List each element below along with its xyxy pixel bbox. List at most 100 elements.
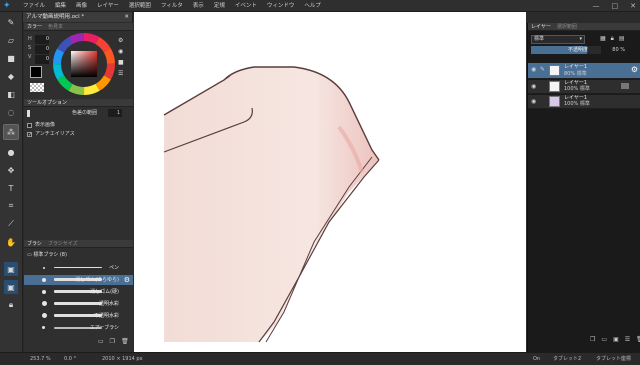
list-item[interactable]: 透明水彩	[24, 299, 133, 309]
document-tab[interactable]: アルマ動画説明用.ocl * ✕	[23, 12, 133, 22]
quick-mask-icon[interactable]: ▣	[4, 280, 18, 294]
menu-event[interactable]: イベント	[230, 0, 262, 12]
show-image-checkbox[interactable]	[27, 123, 32, 128]
layer-row[interactable]: ◉ ✎ レイヤー1 80% 標準 ⚙	[528, 63, 640, 79]
blend-mode-select[interactable]: 標準 ▾	[531, 35, 585, 44]
new-folder-icon[interactable]: ▭	[98, 338, 104, 345]
layer-lock-icon[interactable]: 🔒︎	[611, 35, 614, 43]
text-icon[interactable]: T	[4, 181, 18, 195]
blur-icon[interactable]: ●	[4, 145, 18, 159]
visibility-eye-icon[interactable]: ◉	[531, 83, 536, 90]
color-wheel-mode-icon[interactable]: ◉	[118, 46, 124, 57]
close-button[interactable]: ✕	[630, 0, 636, 12]
move-icon[interactable]: ✥	[4, 163, 18, 177]
list-item[interactable]: 消しゴム(硬)	[24, 287, 133, 297]
tablet-coordinates: タブレット座標	[596, 356, 632, 362]
opacity-value[interactable]: 80 %	[610, 46, 626, 54]
shape-icon[interactable]: ■	[4, 51, 18, 65]
lasso-icon[interactable]: ◌	[4, 105, 18, 119]
tab-brush[interactable]: ブラシ	[27, 240, 42, 247]
lock-icon[interactable]: 🔒︎	[4, 298, 18, 312]
crop-icon[interactable]: ⌗	[4, 199, 18, 213]
menu-view[interactable]: 表示	[188, 0, 209, 12]
v-value[interactable]: 0	[35, 55, 49, 64]
menu-image[interactable]: 画像	[71, 0, 92, 12]
layer-mask-add-icon[interactable]: ▣	[613, 336, 619, 343]
foreground-color-swatch[interactable]	[30, 66, 42, 78]
tool-options-header: ツールオプション	[24, 99, 133, 107]
brush-size-dot	[42, 278, 46, 282]
color-panel-tabs: カラー 色見本	[24, 23, 133, 31]
tab-selection[interactable]: 選択範囲	[557, 23, 577, 30]
color-gear-icon[interactable]: ⚙	[118, 35, 124, 46]
layer-mask-icon[interactable]: ▦	[600, 35, 606, 43]
eraser-icon[interactable]: ▱	[4, 33, 18, 47]
layer-thumbnail	[549, 96, 560, 107]
list-item[interactable]: ペン	[24, 263, 133, 273]
tab-swatches[interactable]: 色見本	[48, 23, 63, 30]
color-square-mode-icon[interactable]: ■	[118, 57, 124, 68]
opacity-slider[interactable]	[531, 46, 601, 54]
range-value[interactable]: 1	[108, 109, 122, 117]
gradient-icon[interactable]: ◧	[4, 87, 18, 101]
minimize-button[interactable]: —	[593, 0, 600, 12]
brush-label: ペン	[108, 265, 119, 271]
delete-brush-icon[interactable]: 🗑︎	[121, 338, 129, 345]
maximize-button[interactable]: □	[612, 0, 619, 12]
layer-lock-icons: ▦ 🔒︎ ▤	[600, 35, 625, 43]
menu-filter[interactable]: フィルタ	[156, 0, 188, 12]
layer-mode: 100% 標準	[564, 86, 590, 92]
layer-mask-thumbnail	[621, 83, 629, 89]
menu-window[interactable]: ウィンドウ	[262, 0, 300, 12]
antialias-checkbox[interactable]: ✓	[27, 132, 32, 138]
layer-panel-tabs: レイヤー 選択範囲	[528, 23, 640, 31]
color-wheel[interactable]	[52, 32, 116, 96]
list-item[interactable]: 消しゴム(ゆらゆら) ⚙	[24, 275, 133, 285]
transparent-swatch[interactable]	[30, 83, 44, 92]
layer-settings-gear-icon[interactable]: ⚙	[631, 65, 638, 74]
eyedropper-icon[interactable]: ⟋	[4, 217, 18, 231]
canvas-area[interactable]	[134, 12, 526, 352]
mask-mode-icon[interactable]: ▣	[4, 262, 18, 276]
layer-row[interactable]: ◉ レイヤー1 100% 標準	[528, 95, 640, 109]
tab-color[interactable]: カラー	[27, 23, 42, 30]
visibility-eye-icon[interactable]: ◉	[531, 98, 536, 105]
menu-file[interactable]: ファイル	[18, 0, 50, 12]
wand-icon[interactable]: ⁂	[3, 124, 19, 140]
brush-size-dot	[42, 313, 47, 318]
tablet-mode: タブレット2	[553, 356, 582, 362]
menu-edit[interactable]: 編集	[50, 0, 71, 12]
copy-brush-icon[interactable]: ❐	[110, 338, 115, 345]
visibility-eye-icon[interactable]: ◉	[531, 66, 536, 73]
app-logo-icon: ✦	[3, 1, 11, 11]
list-item[interactable]: 不透明水彩	[24, 311, 133, 321]
new-folder-icon[interactable]: ▭	[601, 336, 607, 343]
list-item[interactable]: エアーブラシ	[24, 323, 133, 333]
artwork	[163, 66, 380, 343]
hand-icon[interactable]: ✋	[4, 235, 18, 249]
tab-brush-size[interactable]: ブラシサイズ	[48, 240, 78, 247]
document-close-icon[interactable]: ✕	[124, 12, 129, 22]
menu-help[interactable]: ヘルプ	[299, 0, 326, 12]
pen-icon: ✎	[540, 66, 546, 73]
layer-menu-icon[interactable]: ☰	[625, 336, 630, 343]
pen-icon[interactable]: ✎	[4, 15, 18, 29]
s-value[interactable]: 0	[35, 45, 49, 54]
layer-row[interactable]: ◉ レイヤー1 100% 標準	[528, 80, 640, 94]
menu-selection[interactable]: 選択範囲	[124, 0, 156, 12]
menu-layer[interactable]: レイヤー	[92, 0, 124, 12]
layer-preserve-icon[interactable]: ▤	[619, 35, 625, 43]
delete-layer-icon[interactable]: 🗑︎	[636, 336, 640, 343]
brush-label: 透明水彩	[98, 301, 119, 307]
opacity-label: 不透明度	[568, 47, 589, 53]
fill-icon[interactable]: ◆	[4, 69, 18, 83]
tab-layer[interactable]: レイヤー	[531, 23, 551, 30]
menu-ruler[interactable]: 定規	[209, 0, 230, 12]
blend-mode-value: 標準	[534, 36, 545, 42]
brush-label: エアーブラシ	[89, 325, 119, 331]
new-layer-icon[interactable]: ❐	[590, 336, 595, 343]
color-list-icon[interactable]: ☰	[118, 68, 124, 79]
brush-group[interactable]: ▭ 標準ブラシ (8)	[27, 251, 67, 259]
h-value[interactable]: 0	[35, 35, 49, 44]
brush-settings-gear-icon[interactable]: ⚙	[124, 275, 130, 285]
